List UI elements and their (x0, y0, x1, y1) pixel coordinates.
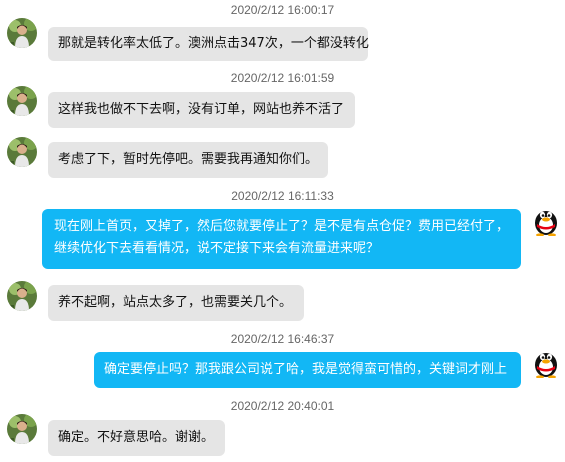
qq-penguin-avatar-icon[interactable] (531, 204, 561, 237)
chat-history: 2020/2/12 16:00:17 那就是转化率太低了。澳洲点击347次，一个… (0, 0, 565, 462)
customer-avatar-icon[interactable] (7, 414, 37, 444)
incoming-message-bubble: 养不起啊，站点太多了，也需要关几个。 (48, 285, 304, 321)
outgoing-message-bubble: 现在刚上首页，又掉了，然后您就要停止了？是不是有点仓促？费用已经付了， 继续优化… (42, 209, 521, 269)
incoming-message-bubble: 那就是转化率太低了。澳洲点击347次，一个都没转化 (48, 27, 369, 61)
message-timestamp: 2020/2/12 16:00:17 (230, 3, 335, 17)
customer-avatar-icon[interactable] (7, 18, 37, 48)
customer-avatar-icon[interactable] (7, 137, 37, 167)
customer-avatar-icon[interactable] (7, 86, 37, 116)
outgoing-message-bubble: 确定要停止吗？那我跟公司说了哈，我是觉得蛮可惜的，关键词才刚上 (94, 352, 521, 388)
message-timestamp: 2020/2/12 20:40:01 (230, 399, 335, 413)
qq-penguin-avatar-icon[interactable] (531, 346, 561, 379)
incoming-message-bubble: 考虑了下，暂时先停吧。需要我再通知你们。 (48, 142, 328, 178)
message-timestamp: 2020/2/12 16:01:59 (230, 71, 335, 85)
message-line: 继续优化下去看看情况，说不定接下来会有流量进来呢？ (54, 241, 380, 256)
message-timestamp: 2020/2/12 16:46:37 (230, 332, 335, 346)
customer-avatar-icon[interactable] (7, 281, 37, 311)
message-line: 现在刚上首页，又掉了，然后您就要停止了？是不是有点仓促？费用已经付了， (54, 219, 510, 234)
message-timestamp: 2020/2/12 16:11:33 (231, 189, 334, 203)
incoming-message-bubble: 这样我也做不下去啊，没有订单，网站也养不活了 (48, 92, 355, 128)
incoming-message-bubble: 确定。不好意思哈。谢谢。 (48, 420, 225, 456)
